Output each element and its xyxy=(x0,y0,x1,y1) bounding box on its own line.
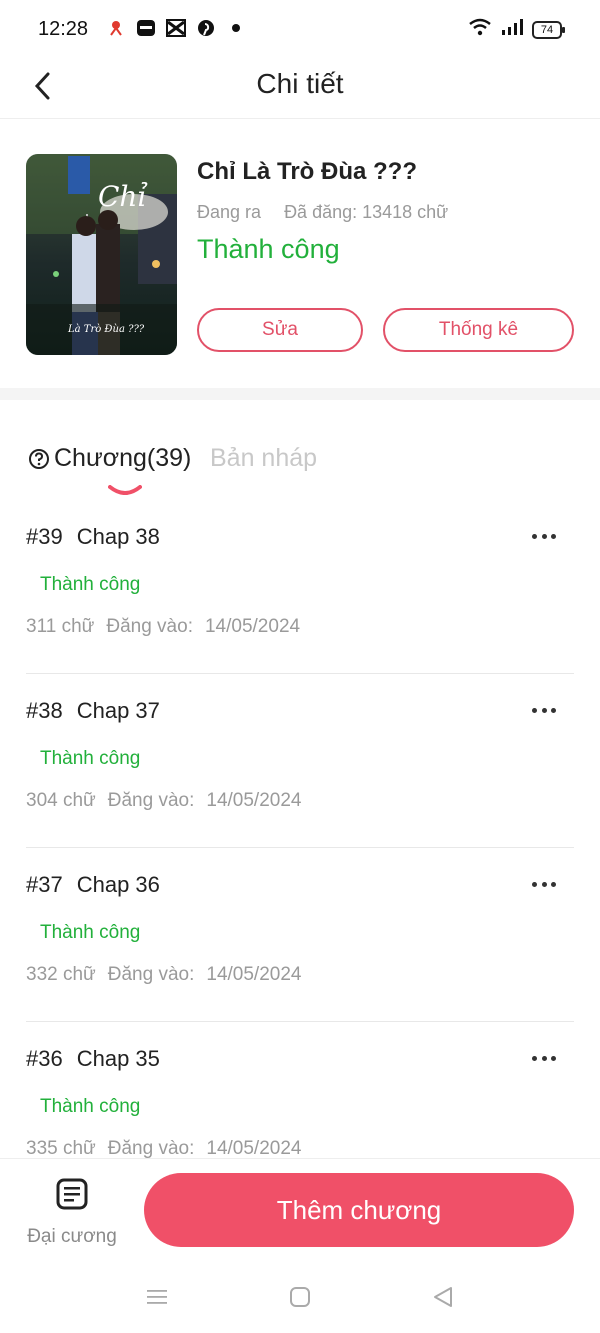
status-time: 12:28 xyxy=(38,18,89,40)
chapter-name: Chap 35 xyxy=(76,1046,160,1071)
zalo-icon xyxy=(136,18,156,38)
bottom-action-bar: Đại cương Thêm chương xyxy=(0,1158,600,1259)
story-title: Chỉ Là Trò Đùa ??? xyxy=(197,158,417,185)
chapter-name: Chap 38 xyxy=(76,524,160,549)
page-title: Chi tiết xyxy=(256,68,344,99)
chapter-status: Thành công xyxy=(40,748,141,769)
chapter-meta: 304 chữ Đăng vào: 14/05/2024 xyxy=(26,790,313,812)
chapter-words: 304 chữ xyxy=(26,790,96,811)
back-triangle-icon[interactable] xyxy=(430,1284,456,1310)
story-state: Đang ra xyxy=(197,202,262,222)
chapter-date-label: Đăng vào: xyxy=(107,1138,195,1159)
chapter-tabs: Chương(39) Bản nháp xyxy=(26,438,546,498)
chapter-status: Thành công xyxy=(40,922,141,943)
home-icon[interactable] xyxy=(287,1284,313,1310)
cover-title-text: Chỉ xyxy=(98,180,147,213)
outline-button[interactable]: Đại cương xyxy=(26,1177,118,1249)
chapter-number: #37 xyxy=(26,872,63,897)
signal-icon xyxy=(500,18,524,41)
chapter-number: #38 xyxy=(26,698,63,723)
chapter-date: 14/05/2024 xyxy=(206,790,302,811)
app-header: Chi tiết xyxy=(0,58,600,119)
section-divider xyxy=(0,388,600,400)
chapter-number: #39 xyxy=(26,524,63,549)
outline-label: Đại cương xyxy=(27,1226,117,1247)
story-cover-image[interactable]: Chỉ Là Trò Đùa ??? xyxy=(26,154,177,355)
chapter-meta: 335 chữ Đăng vào: 14/05/2024 xyxy=(26,1138,313,1160)
chapter-list: #39 Chap 38 Thành công 311 chữ Đăng vào: 14… xyxy=(26,500,574,1195)
statistics-button[interactable]: Thống kê xyxy=(383,308,574,352)
menu-icon[interactable] xyxy=(144,1284,170,1310)
chapter-meta: 311 chữ Đăng vào: 14/05/2024 xyxy=(26,616,312,638)
chapter-date: 14/05/2024 xyxy=(206,964,302,985)
chapter-words: 332 chữ xyxy=(26,964,96,985)
system-status-icons: 74 xyxy=(468,18,565,41)
chapter-date: 14/05/2024 xyxy=(204,616,301,637)
chapter-row[interactable]: #37 Chap 36 Thành công 332 chữ Đăng vào: 14… xyxy=(26,848,574,1022)
chapter-meta: 332 chữ Đăng vào: 14/05/2024 xyxy=(26,964,313,986)
chapter-name: Chap 37 xyxy=(76,698,160,723)
active-tab-indicator xyxy=(108,482,142,495)
more-options-icon[interactable] xyxy=(532,526,556,546)
chapter-row[interactable]: #38 Chap 37 Thành công 304 chữ Đăng vào: 14… xyxy=(26,674,574,848)
capcut-icon xyxy=(166,18,186,38)
tab-chapters[interactable]: Chương(39) xyxy=(54,444,191,473)
more-options-icon[interactable] xyxy=(532,874,556,894)
chapter-date-label: Đăng vào: xyxy=(107,964,195,985)
chapter-status: Thành công xyxy=(40,574,141,595)
chapter-date: 14/05/2024 xyxy=(206,1138,302,1159)
story-meta: Đang ra Đã đăng: 13418 chữ xyxy=(197,202,466,223)
add-chapter-button[interactable]: Thêm chương xyxy=(144,1173,574,1247)
chapter-title: #39 Chap 38 xyxy=(26,524,160,550)
pinterest-icon xyxy=(196,18,216,38)
chapter-status: Thành công xyxy=(40,1096,141,1117)
more-options-icon[interactable] xyxy=(532,1048,556,1068)
edit-button[interactable]: Sửa xyxy=(197,308,363,352)
chapter-name: Chap 36 xyxy=(76,872,160,897)
app-notification-icon xyxy=(106,18,126,38)
chapter-title: #36 Chap 35 xyxy=(26,1046,160,1072)
chapter-words: 311 chữ xyxy=(26,616,95,637)
wifi-icon xyxy=(468,18,492,41)
notification-icons xyxy=(106,18,246,38)
chapter-words: 335 chữ xyxy=(26,1138,96,1159)
document-icon xyxy=(56,1178,88,1210)
more-notifications-dot-icon xyxy=(226,18,246,38)
story-word-count: Đã đăng: 13418 chữ xyxy=(284,202,449,222)
more-options-icon[interactable] xyxy=(532,700,556,720)
chapter-title: #38 Chap 37 xyxy=(26,698,160,724)
help-icon[interactable] xyxy=(28,448,50,470)
chapter-date-label: Đăng vào: xyxy=(107,790,195,811)
tab-drafts[interactable]: Bản nháp xyxy=(210,444,317,473)
cover-subtitle-text: Là Trò Đùa ??? xyxy=(67,324,145,335)
chapter-title: #37 Chap 36 xyxy=(26,872,160,898)
status-bar: 12:28 74 xyxy=(0,0,600,58)
story-summary: Chỉ Là Trò Đùa ??? Chỉ Là Trò Đùa ??? Đa… xyxy=(0,120,600,388)
battery-indicator: 74 xyxy=(532,20,565,39)
system-navigation-bar xyxy=(0,1258,600,1333)
chapter-date-label: Đăng vào: xyxy=(106,616,193,637)
story-status: Thành công xyxy=(197,234,340,264)
chapter-row[interactable]: #39 Chap 38 Thành công 311 chữ Đăng vào: 14… xyxy=(26,500,574,674)
chapter-number: #36 xyxy=(26,1046,63,1071)
